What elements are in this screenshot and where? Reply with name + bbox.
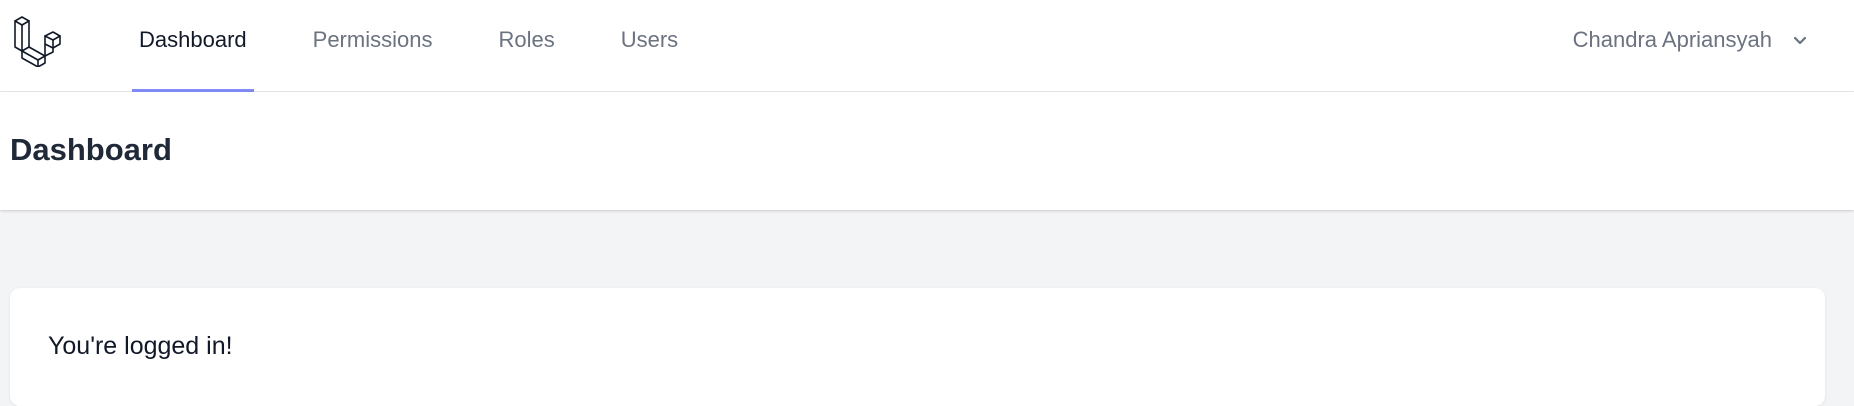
nav-link-permissions[interactable]: Permissions xyxy=(306,0,440,92)
nav-link-dashboard[interactable]: Dashboard xyxy=(132,0,254,92)
laravel-logo-icon[interactable] xyxy=(13,13,67,67)
user-name: Chandra Apriansyah xyxy=(1572,27,1772,52)
chevron-down-icon xyxy=(1792,32,1808,48)
top-navigation: Dashboard Permissions Roles Users Chandr… xyxy=(0,0,1854,92)
primary-nav: Dashboard Permissions Roles Users xyxy=(132,0,737,92)
content-card: You're logged in! xyxy=(10,288,1825,406)
login-status-message: You're logged in! xyxy=(48,332,233,360)
user-dropdown-trigger[interactable]: Chandra Apriansyah xyxy=(1573,0,1808,80)
page-title: Dashboard xyxy=(10,132,172,167)
nav-link-users[interactable]: Users xyxy=(614,0,685,92)
page-header: Dashboard xyxy=(0,92,1854,210)
nav-link-roles[interactable]: Roles xyxy=(491,0,561,92)
